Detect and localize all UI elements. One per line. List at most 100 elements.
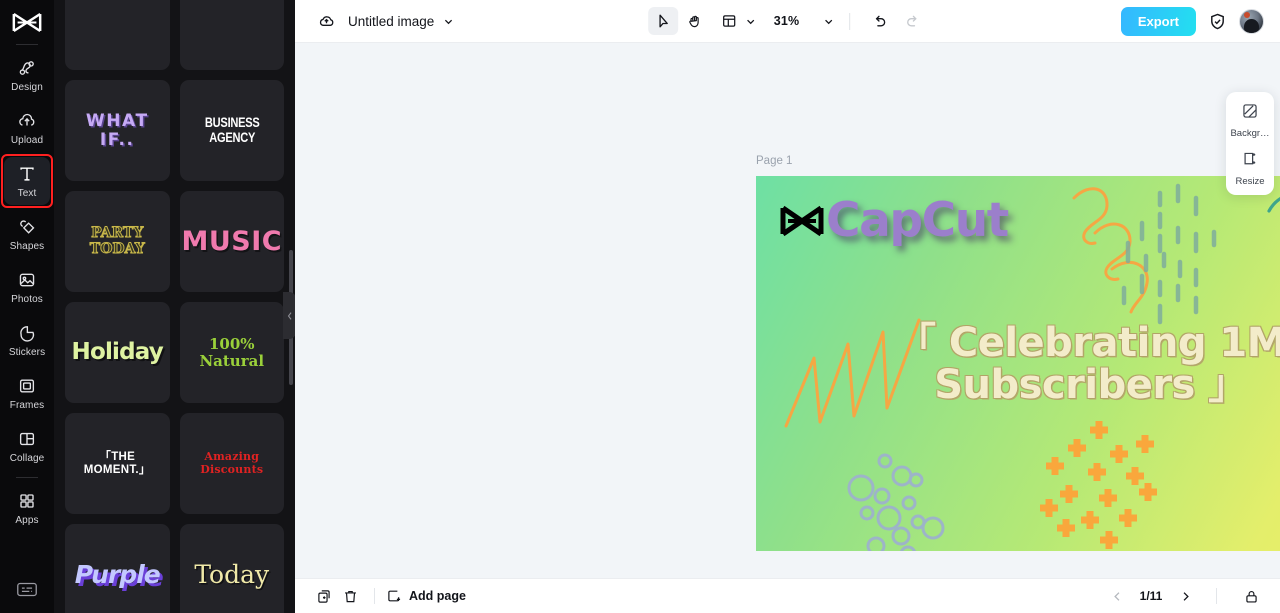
resize-tool-button[interactable]: Resize [1227, 150, 1273, 187]
toolbar-divider [849, 12, 851, 30]
template-card[interactable]: BUSINESS AGENCY [179, 80, 284, 181]
sidebar-item-label: Photos [11, 294, 43, 305]
sidebar-item-label: Design [11, 82, 43, 93]
text-templates-panel: WHAT IF.. BUSINESS AGENCY PARTY TODAY MU… [54, 0, 295, 613]
template-label: BUSINESS AGENCY [204, 114, 260, 145]
document-title[interactable]: Untitled image [348, 14, 434, 29]
delete-page-button[interactable] [337, 584, 363, 608]
sidebar-item-shapes[interactable]: Shapes [4, 210, 50, 258]
resize-tool-label: Resize [1235, 176, 1265, 187]
template-card[interactable]: 100% Natural [179, 302, 284, 403]
add-page-icon [386, 588, 402, 604]
rail-divider-bottom [16, 477, 38, 478]
template-card[interactable] [65, 0, 170, 70]
template-label: WHAT IF.. [85, 110, 149, 150]
template-label: Purple [74, 559, 161, 589]
template-card[interactable]: MUSIC [179, 191, 284, 292]
layout-grid-icon [714, 7, 744, 35]
shield-check-icon[interactable] [1208, 12, 1227, 31]
page-indicator: 1/11 [1139, 589, 1163, 603]
canvas-area[interactable]: Page 1 CapCut 「 Celebrating 1M Subscribe… [295, 43, 1280, 578]
prev-page-button[interactable] [1107, 586, 1127, 606]
template-card[interactable] [179, 0, 284, 70]
artwork-brand-lockup: CapCut [778, 193, 1009, 248]
panel-collapse-handle[interactable] [283, 292, 295, 339]
add-page-button[interactable]: Add page [386, 588, 466, 604]
background-tool-label: Backgr… [1230, 128, 1270, 139]
zoom-level-label[interactable]: 31% [774, 14, 800, 28]
template-label: 「THE MOMENT.」 [83, 450, 151, 476]
sidebar-item-stickers[interactable]: Stickers [4, 316, 50, 364]
select-tool-button[interactable] [647, 7, 678, 35]
stickers-icon [16, 322, 38, 344]
zoom-chevron-down-icon[interactable] [823, 16, 834, 27]
bottom-divider-right [1216, 588, 1217, 604]
cloud-saved-icon[interactable] [315, 10, 337, 32]
next-page-button[interactable] [1175, 586, 1195, 606]
sidebar-item-apps[interactable]: Apps [4, 484, 50, 532]
capcut-logo-icon[interactable] [10, 9, 44, 35]
sidebar-item-label: Collage [9, 453, 45, 464]
hand-tool-button[interactable] [680, 7, 710, 35]
main-editor-area: Untitled image 31% Export Page 1 CapCut … [295, 0, 1280, 613]
sidebar-item-frames[interactable]: Frames [4, 369, 50, 417]
lock-button[interactable] [1238, 584, 1264, 608]
toolbar-tool-group: 31% [647, 7, 928, 35]
bottom-divider [374, 588, 375, 604]
template-label: MUSIC [181, 225, 283, 257]
template-label: Holiday [71, 338, 164, 365]
top-toolbar: Untitled image 31% Export [295, 0, 1280, 43]
template-label: Today [194, 559, 270, 589]
toolbar-right-group: Export [1120, 6, 1280, 36]
artwork-headline: 「 Celebrating 1M Subscribers 」 [756, 322, 1280, 406]
left-nav-rail: Design Upload Text Shapes Photos Sticker… [0, 0, 54, 613]
add-page-label: Add page [409, 589, 466, 603]
design-icon [16, 57, 38, 79]
headline-line-2: Subscribers 」 [934, 362, 1248, 408]
canvas-tools-float-panel: Backgr… Resize [1226, 92, 1274, 195]
template-label: Amazing Discounts [200, 450, 264, 476]
chevron-down-icon [745, 16, 756, 27]
background-tool-button[interactable]: Backgr… [1227, 102, 1273, 139]
captions-icon[interactable] [14, 579, 40, 599]
capcut-mark-icon [778, 203, 826, 239]
artwork-brand-word: CapCut [826, 193, 1009, 248]
template-card[interactable]: Today [179, 524, 284, 613]
layout-tool-button[interactable] [712, 7, 758, 35]
frames-icon [16, 375, 38, 397]
text-t-icon [16, 163, 38, 185]
collage-icon [16, 428, 38, 450]
chevron-down-icon[interactable] [443, 16, 454, 27]
apps-grid-icon [16, 490, 38, 512]
export-button[interactable]: Export [1120, 6, 1196, 36]
rail-divider-top [16, 44, 38, 45]
template-card[interactable]: Holiday [65, 302, 170, 403]
headline-line-1: 「 Celebrating 1M [895, 320, 1280, 366]
sidebar-item-label: Stickers [8, 347, 46, 358]
template-card[interactable]: Amazing Discounts [179, 413, 284, 514]
sidebar-item-label: Text [17, 188, 37, 199]
template-label: PARTY TODAY [89, 225, 145, 257]
duplicate-page-button[interactable] [311, 584, 337, 608]
template-grid: WHAT IF.. BUSINESS AGENCY PARTY TODAY MU… [54, 0, 295, 613]
template-card[interactable]: PARTY TODAY [65, 191, 170, 292]
template-card[interactable]: 「THE MOMENT.」 [65, 413, 170, 514]
artboard[interactable]: CapCut 「 Celebrating 1M Subscribers 」 [756, 176, 1280, 551]
shapes-icon [16, 216, 38, 238]
upload-cloud-icon [16, 110, 38, 132]
resize-icon [1241, 150, 1259, 173]
sidebar-item-photos[interactable]: Photos [4, 263, 50, 311]
sidebar-item-design[interactable]: Design [4, 51, 50, 99]
undo-button[interactable] [865, 7, 895, 35]
photos-icon [16, 269, 38, 291]
bottom-toolbar: Add page 1/11 [295, 578, 1280, 613]
capcut-editor-window: Design Upload Text Shapes Photos Sticker… [0, 0, 1280, 613]
user-avatar[interactable] [1239, 8, 1264, 34]
template-card[interactable]: WHAT IF.. [65, 80, 170, 181]
redo-button[interactable] [897, 7, 927, 35]
page-navigation: 1/11 [1107, 584, 1264, 608]
sidebar-item-collage[interactable]: Collage [4, 422, 50, 470]
template-card[interactable]: Purple [65, 524, 170, 613]
sidebar-item-text[interactable]: Text [1, 154, 53, 208]
sidebar-item-upload[interactable]: Upload [4, 104, 50, 152]
